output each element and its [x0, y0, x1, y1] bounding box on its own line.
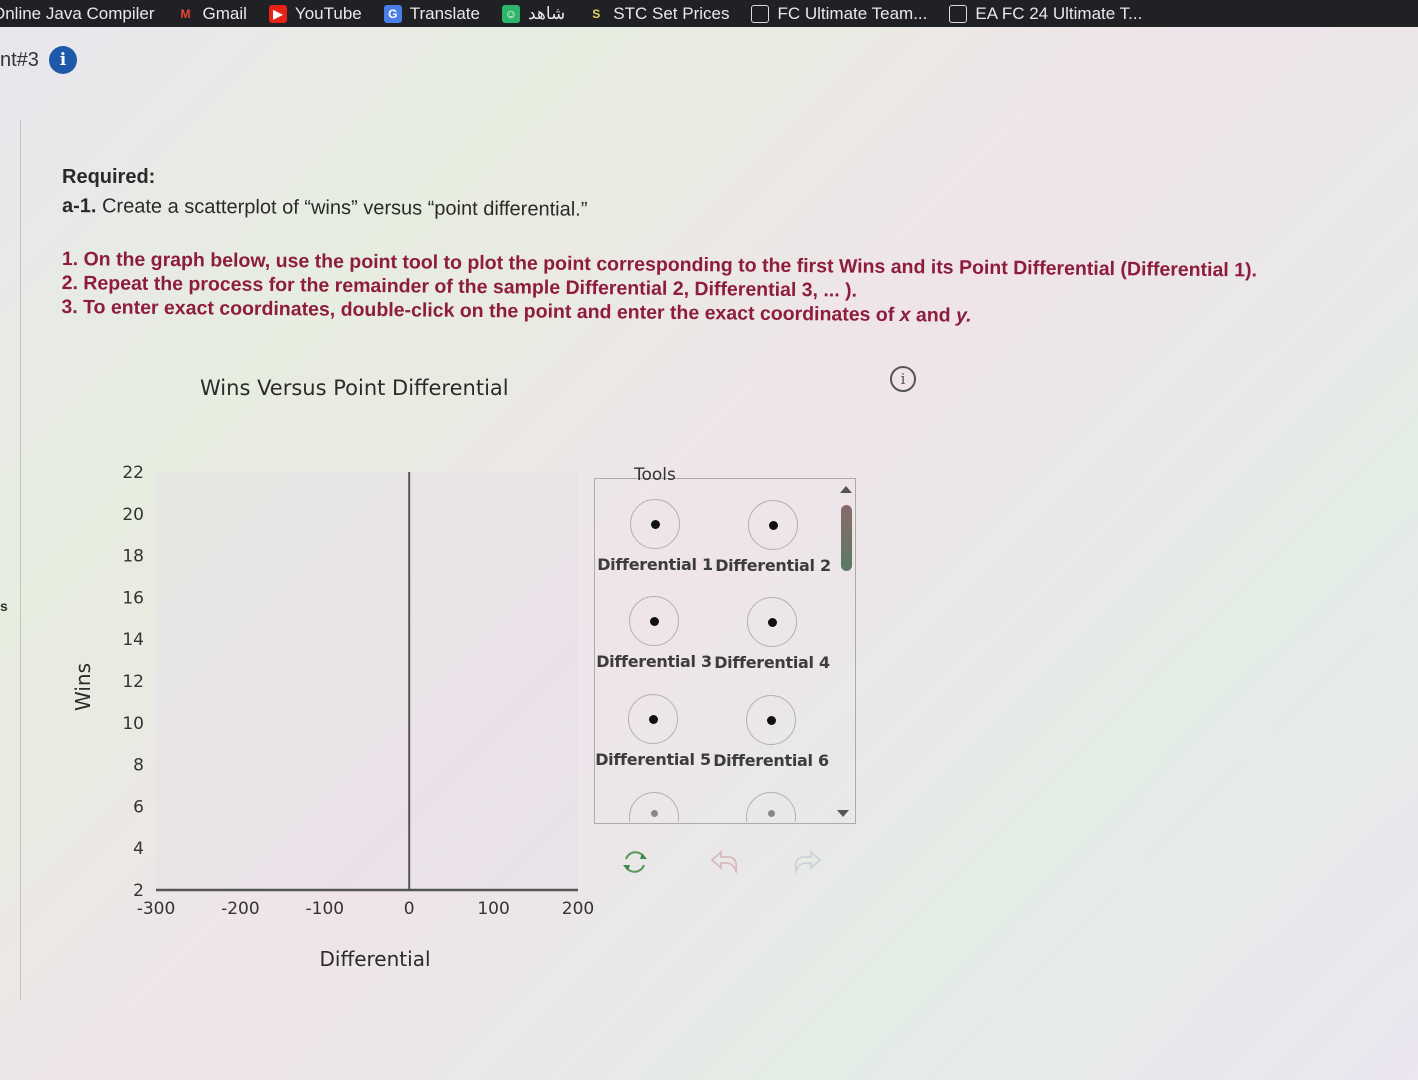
shahid-icon: ☺ — [501, 4, 520, 23]
tool-differential-7-partial[interactable] — [629, 792, 679, 822]
x-tick-label: -200 — [221, 899, 260, 919]
tool-differential-1[interactable]: Differential 1 — [597, 499, 713, 574]
scatterplot-chart[interactable]: 2 4 6 8 10 12 14 16 18 20 22 -300 -200 -100 0 100 200 W… — [60, 450, 620, 980]
bookmark-fc-ultimate-team[interactable]: FC Ultimate Team... — [751, 0, 927, 27]
point-tool-icon — [748, 500, 798, 550]
tool-differential-6[interactable]: Differential 6 — [713, 695, 829, 770]
point-tool-icon — [630, 499, 680, 549]
y-tick-label: 6 — [133, 797, 144, 817]
y-tick-label: 4 — [133, 839, 144, 859]
x-axis-label: Differential — [319, 947, 430, 971]
y-tick-label: 2 — [133, 881, 144, 901]
bookmark-ea-fc-24[interactable]: EA FC 24 Ultimate T... — [949, 0, 1142, 27]
panel-divider — [20, 120, 21, 1000]
bookmark-stc[interactable]: S STC Set Prices — [587, 0, 729, 27]
document-icon — [949, 4, 968, 23]
chart-title: Wins Versus Point Differential — [200, 376, 509, 400]
tool-differential-3[interactable]: Differential 3 — [596, 596, 712, 671]
bookmark-label: Translate — [409, 3, 480, 23]
y-axis-ticks: 2 4 6 8 10 12 14 16 18 20 22 — [122, 463, 144, 901]
stc-icon: S — [592, 6, 601, 21]
required-heading: Required: — [62, 166, 156, 188]
bookmark-label: STC Set Prices — [613, 3, 730, 23]
point-tool-icon — [629, 596, 679, 646]
bookmark-label: Online Java Compiler — [0, 3, 155, 23]
x-axis-ticks: -300 -200 -100 0 100 200 — [137, 899, 595, 919]
bookmarks-bar: Online Java Compiler M Gmail ▶ YouTube G… — [0, 0, 1418, 27]
task-a1: a-1. Create a scatterplot of “wins” vers… — [62, 195, 588, 222]
tool-label: Differential 5 — [595, 750, 711, 769]
point-tool-icon — [746, 695, 796, 745]
assignment-title: nt#3 i — [0, 46, 77, 74]
x-tick-label: -300 — [137, 899, 176, 919]
y-tick-label: 8 — [133, 756, 144, 776]
x-tick-label: 200 — [562, 899, 594, 919]
tool-differential-5[interactable]: Differential 5 — [595, 694, 711, 769]
bookmark-translate[interactable]: G Translate — [383, 0, 480, 27]
document-icon — [751, 4, 770, 23]
bookmark-label: YouTube — [294, 3, 362, 23]
tool-label: Differential 4 — [714, 653, 830, 672]
tool-differential-8-partial[interactable] — [746, 792, 796, 822]
instruction-3-x: x — [899, 304, 911, 327]
assignment-title-text: nt#3 — [0, 48, 39, 71]
point-tool-icon — [747, 597, 797, 647]
chart-info-icon[interactable]: i — [890, 366, 916, 392]
y-tick-label: 18 — [122, 547, 144, 567]
task-part-text: Create a scatterplot of “wins” versus “p… — [96, 195, 588, 221]
tool-label: Differential 3 — [596, 652, 712, 671]
y-tick-label: 10 — [122, 714, 144, 734]
instruction-3-and: and — [910, 304, 957, 327]
instructions: 1. On the graph below, use the point too… — [61, 247, 1412, 332]
instruction-3-y: y. — [955, 304, 972, 327]
x-tick-label: -100 — [306, 899, 345, 919]
tool-differential-2[interactable]: Differential 2 — [715, 500, 831, 575]
tool-label: Differential 2 — [715, 556, 831, 575]
y-tick-label: 14 — [122, 630, 144, 650]
point-tool-icon — [629, 792, 679, 822]
translate-icon: G — [383, 4, 402, 23]
bookmark-shahid[interactable]: ☺ شاهد — [501, 0, 566, 27]
task-part-label: a-1. — [61, 195, 97, 218]
y-tick-label: 22 — [122, 463, 144, 483]
point-tool-icon — [628, 694, 678, 744]
scroll-down-arrow-icon[interactable] — [837, 810, 849, 817]
bookmark-label: شاهد — [527, 3, 566, 23]
bookmark-label: Gmail — [202, 3, 247, 23]
tool-label: Differential 1 — [597, 555, 713, 574]
undo-icon[interactable] — [708, 847, 742, 877]
x-tick-label: 100 — [477, 899, 509, 919]
tool-differential-4[interactable]: Differential 4 — [714, 597, 830, 672]
plot-area[interactable] — [156, 472, 578, 890]
y-axis-label: Wins — [71, 663, 95, 711]
sidebar-text-fragment: s — [0, 598, 8, 614]
bookmark-gmail[interactable]: M Gmail — [177, 0, 247, 27]
tools-scrollbar-thumb[interactable] — [841, 505, 852, 571]
bookmark-label: EA FC 24 Ultimate T... — [975, 3, 1143, 23]
bookmark-youtube[interactable]: ▶ YouTube — [268, 0, 362, 27]
y-tick-label: 20 — [122, 505, 144, 525]
tools-legend: Tools — [634, 465, 676, 485]
youtube-icon: ▶ — [268, 4, 287, 23]
bookmark-label: FC Ultimate Team... — [777, 3, 928, 23]
tool-label: Differential 6 — [713, 751, 829, 770]
y-tick-label: 16 — [122, 588, 144, 608]
y-tick-label: 12 — [122, 672, 144, 692]
gmail-icon: M — [180, 6, 191, 21]
reset-icon[interactable] — [620, 847, 650, 877]
bookmark-java-compiler[interactable]: Online Java Compiler — [0, 0, 155, 27]
redo-icon[interactable] — [790, 847, 824, 877]
info-icon[interactable]: i — [48, 46, 77, 74]
scroll-up-arrow-icon[interactable] — [840, 486, 852, 493]
x-tick-label: 0 — [404, 899, 415, 919]
point-tool-icon — [746, 792, 796, 822]
